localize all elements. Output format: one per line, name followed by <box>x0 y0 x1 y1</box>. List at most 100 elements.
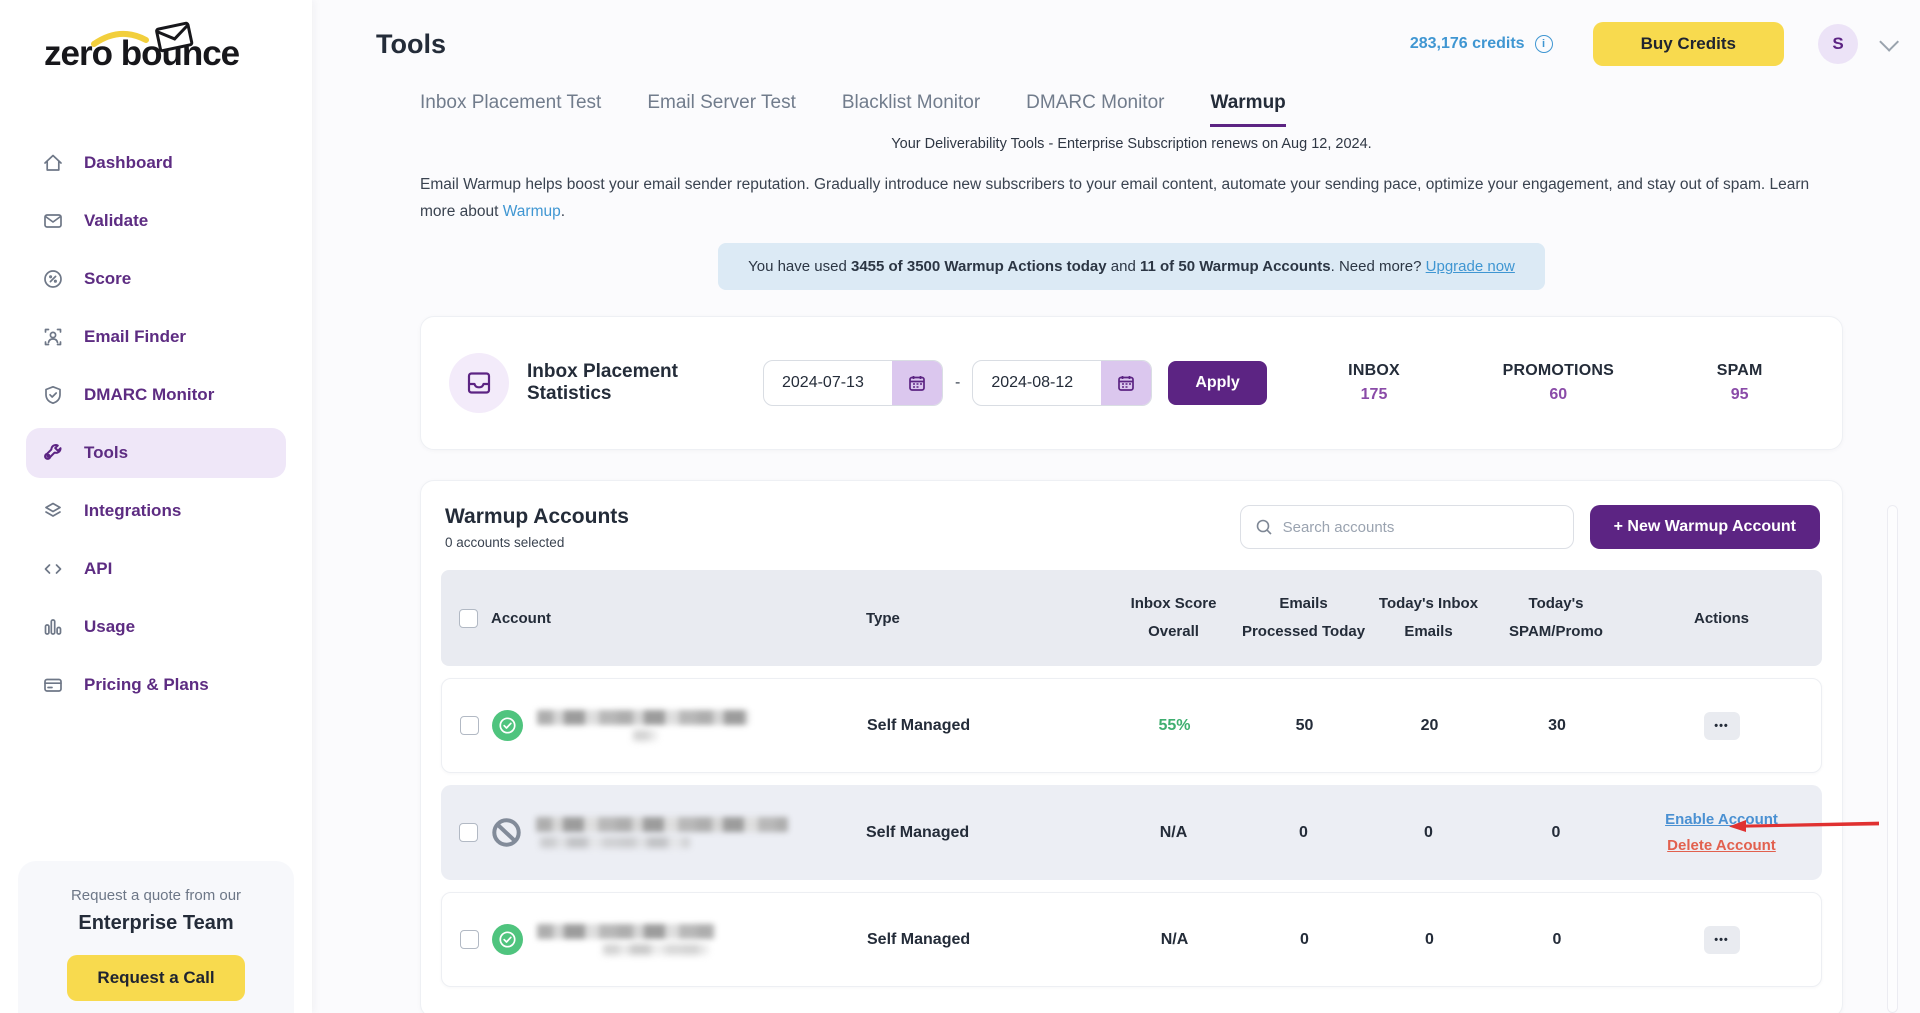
metric-value: 60 <box>1503 386 1614 404</box>
calendar-icon[interactable] <box>892 361 942 405</box>
emails-processed-value: 0 <box>1242 931 1367 949</box>
row-actions-menu-button[interactable]: ••• <box>1704 926 1740 954</box>
credits-text: 283,176 credits <box>1410 35 1525 53</box>
metric-promotions: PROMOTIONS 60 <box>1503 362 1614 404</box>
page-title: Tools <box>376 29 446 60</box>
sidebar-item-label: Dashboard <box>84 153 173 173</box>
enterprise-card-text: Request a quote from our <box>34 887 278 904</box>
chevron-down-icon[interactable] <box>1879 32 1899 52</box>
row-actions-menu-button[interactable]: ••• <box>1704 712 1740 740</box>
bar-chart-icon <box>42 616 64 638</box>
banner-actions-used: 3455 of 3500 Warmup Actions today <box>851 258 1107 275</box>
sidebar: zero bounce Dashboard Validate Score Ema… <box>0 0 312 1013</box>
home-icon <box>42 152 64 174</box>
sidebar-item-score[interactable]: Score <box>26 254 286 304</box>
sidebar-item-label: Email Finder <box>84 327 186 347</box>
tab-dmarc-monitor[interactable]: DMARC Monitor <box>1026 92 1164 127</box>
search-icon <box>1255 518 1273 536</box>
delete-account-link[interactable]: Delete Account <box>1621 837 1822 854</box>
emails-processed-value: 50 <box>1242 717 1367 735</box>
account-row-2: Self Managed N/A 0 0 0 Enable Account De… <box>441 785 1822 880</box>
date-from-field[interactable]: 2024-07-13 <box>763 360 943 406</box>
sidebar-item-label: Score <box>84 269 131 289</box>
metric-spam: SPAM 95 <box>1717 362 1763 404</box>
code-icon <box>42 558 64 580</box>
buy-credits-button[interactable]: Buy Credits <box>1593 22 1784 66</box>
status-disabled-icon <box>491 817 522 848</box>
col-type: Type <box>866 610 1106 627</box>
search-accounts-input[interactable] <box>1283 519 1559 536</box>
placement-metrics: INBOX 175 PROMOTIONS 60 SPAM 95 <box>1297 362 1814 404</box>
status-enabled-icon <box>492 710 523 741</box>
emails-processed-value: 0 <box>1241 824 1366 842</box>
credits-counter[interactable]: 283,176 credits i <box>1410 35 1553 53</box>
warmup-intro-text: Email Warmup helps boost your email send… <box>420 172 1843 225</box>
upgrade-now-link[interactable]: Upgrade now <box>1426 258 1515 275</box>
enable-account-link[interactable]: Enable Account <box>1621 811 1822 828</box>
row-checkbox[interactable] <box>459 823 478 842</box>
col-account: Account <box>485 610 866 627</box>
apply-button[interactable]: Apply <box>1168 361 1266 405</box>
app-root: zero bounce Dashboard Validate Score Ema… <box>0 0 1920 1013</box>
sidebar-item-tools[interactable]: Tools <box>26 428 286 478</box>
sidebar-item-integrations[interactable]: Integrations <box>26 486 286 536</box>
inbox-score-value: N/A <box>1107 931 1242 949</box>
tab-email-server-test[interactable]: Email Server Test <box>647 92 796 127</box>
metric-label: PROMOTIONS <box>1503 362 1614 380</box>
accounts-table: Account Type Inbox Score Overall Emails … <box>441 570 1822 987</box>
sidebar-item-api[interactable]: API <box>26 544 286 594</box>
row-checkbox[interactable] <box>460 716 479 735</box>
sidebar-item-pricing-plans[interactable]: Pricing & Plans <box>26 660 286 710</box>
accounts-header: Warmup Accounts 0 accounts selected + Ne… <box>441 505 1822 550</box>
request-call-button[interactable]: Request a Call <box>67 955 244 1001</box>
sidebar-item-label: Tools <box>84 443 128 463</box>
score-badge-icon <box>42 268 64 290</box>
avatar[interactable]: S <box>1818 24 1858 64</box>
new-warmup-account-button[interactable]: + New Warmup Account <box>1590 505 1820 549</box>
page-scrollbar[interactable] <box>1887 505 1898 1013</box>
person-finder-icon <box>42 326 64 348</box>
metric-value: 175 <box>1348 386 1400 404</box>
info-icon[interactable]: i <box>1535 35 1553 53</box>
search-accounts-box[interactable] <box>1240 505 1574 549</box>
warmup-learn-more-link[interactable]: Warmup <box>503 203 561 220</box>
calendar-icon[interactable] <box>1101 361 1151 405</box>
tab-warmup[interactable]: Warmup <box>1210 92 1285 127</box>
inbox-tray-icon <box>449 353 509 413</box>
todays-inbox-value: 0 <box>1367 931 1492 949</box>
envelope-icon <box>42 210 64 232</box>
redacted-account-name <box>536 817 788 848</box>
topbar: Tools 283,176 credits i Buy Credits S <box>312 0 1920 76</box>
accounts-title: Warmup Accounts <box>445 505 629 529</box>
date-from-value: 2024-07-13 <box>764 361 892 405</box>
col-inbox-score: Inbox Score Overall <box>1106 590 1241 647</box>
layers-icon <box>42 500 64 522</box>
col-emails-processed: Emails Processed Today <box>1241 590 1366 647</box>
tools-tabs: Inbox Placement Test Email Server Test B… <box>420 92 1843 127</box>
content-area: Inbox Placement Test Email Server Test B… <box>312 92 1920 1013</box>
warmup-accounts-card: Warmup Accounts 0 accounts selected + Ne… <box>420 480 1843 1013</box>
tab-blacklist-monitor[interactable]: Blacklist Monitor <box>842 92 980 127</box>
select-all-checkbox[interactable] <box>459 609 478 628</box>
sidebar-item-validate[interactable]: Validate <box>26 196 286 246</box>
date-to-field[interactable]: 2024-08-12 <box>972 360 1152 406</box>
shield-check-icon <box>42 384 64 406</box>
sidebar-item-label: DMARC Monitor <box>84 385 214 405</box>
account-type: Self Managed <box>867 931 1107 949</box>
sidebar-item-dashboard[interactable]: Dashboard <box>26 138 286 188</box>
stats-title: Inbox Placement Statistics <box>527 361 737 405</box>
sidebar-item-dmarc-monitor[interactable]: DMARC Monitor <box>26 370 286 420</box>
sidebar-item-usage[interactable]: Usage <box>26 602 286 652</box>
date-to-value: 2024-08-12 <box>973 361 1101 405</box>
sidebar-item-label: API <box>84 559 112 579</box>
tab-inbox-placement-test[interactable]: Inbox Placement Test <box>420 92 601 127</box>
table-header-row: Account Type Inbox Score Overall Emails … <box>441 570 1822 666</box>
sidebar-item-email-finder[interactable]: Email Finder <box>26 312 286 362</box>
metric-value: 95 <box>1717 386 1763 404</box>
credit-card-icon <box>42 674 64 696</box>
account-type: Self Managed <box>867 717 1107 735</box>
banner-accounts-used: 11 of 50 Warmup Accounts <box>1140 258 1331 275</box>
row-checkbox[interactable] <box>460 930 479 949</box>
metric-label: INBOX <box>1348 362 1400 380</box>
date-range-separator: - <box>955 374 960 392</box>
